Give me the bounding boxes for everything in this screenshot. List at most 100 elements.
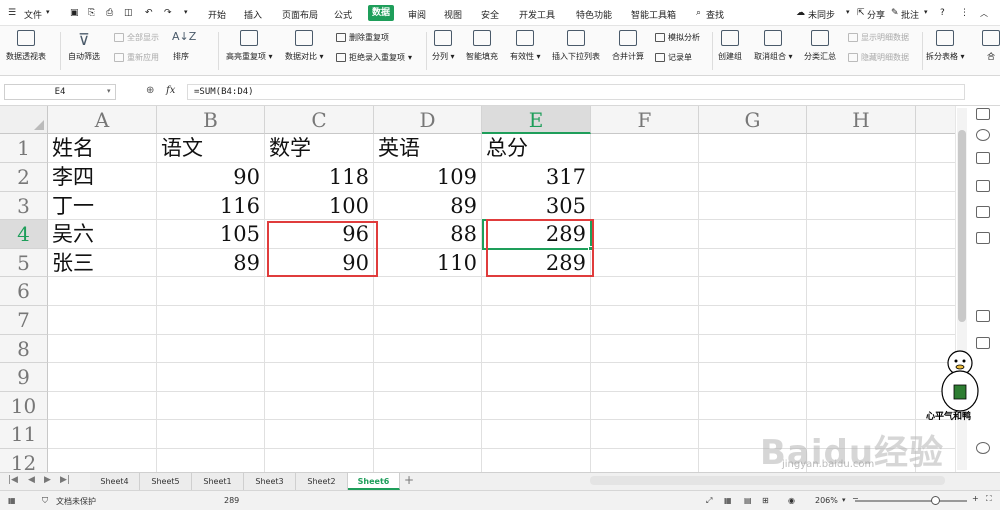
select-all-corner[interactable] <box>0 106 48 134</box>
menu-file[interactable]: 文件 <box>24 8 42 21</box>
last-sheet-icon[interactable]: ▶| <box>60 475 70 485</box>
column-header-c[interactable]: C <box>265 106 374 134</box>
empty-cell[interactable] <box>807 335 916 363</box>
annotate-icon[interactable]: ✎ <box>891 8 899 18</box>
chevron-down-icon[interactable]: ▾ <box>924 8 928 16</box>
reapply-button[interactable]: 重新应用 <box>114 52 159 63</box>
record-form-button[interactable]: 记录单 <box>655 52 692 63</box>
style-icon[interactable] <box>976 152 990 164</box>
empty-cell[interactable] <box>591 277 699 306</box>
horizontal-scrollbar[interactable] <box>590 476 945 485</box>
empty-cell[interactable] <box>807 220 916 249</box>
row-header-5[interactable]: 5 <box>0 249 48 277</box>
empty-cell[interactable] <box>48 420 157 449</box>
sheet-tab-sheet6[interactable]: Sheet6 <box>348 473 400 490</box>
subtotal-button[interactable]: 分类汇总 <box>804 30 836 62</box>
chevron-up-icon[interactable]: ︿ <box>980 8 988 19</box>
column-header-d[interactable]: D <box>374 106 482 134</box>
empty-cell[interactable] <box>807 163 916 192</box>
split-columns-button[interactable]: 分列 ▾ <box>432 30 455 62</box>
history-icon[interactable] <box>976 442 990 454</box>
empty-cell[interactable] <box>591 392 699 420</box>
empty-cell[interactable] <box>916 134 955 163</box>
empty-cell[interactable] <box>157 306 265 335</box>
cell-d1[interactable]: 英语 <box>374 134 482 163</box>
empty-cell[interactable] <box>807 134 916 163</box>
zoom-slider-handle[interactable] <box>931 496 940 505</box>
empty-cell[interactable] <box>374 277 482 306</box>
normal-view-icon[interactable]: ▦ <box>724 496 732 505</box>
shape-icon[interactable] <box>976 129 990 141</box>
empty-cell[interactable] <box>48 392 157 420</box>
empty-cell[interactable] <box>157 277 265 306</box>
empty-cell[interactable] <box>157 392 265 420</box>
table-icon[interactable] <box>976 180 990 192</box>
data-compare-button[interactable]: 数据对比 ▾ <box>285 30 324 62</box>
row-header-10[interactable]: 10 <box>0 392 48 420</box>
column-header-h[interactable]: H <box>807 106 916 134</box>
column-header-e[interactable]: E <box>482 106 591 134</box>
row-header-2[interactable]: 2 <box>0 163 48 192</box>
empty-cell[interactable] <box>591 363 699 392</box>
empty-cell[interactable] <box>157 363 265 392</box>
zoom-search-icon[interactable]: ⊕ <box>146 85 154 96</box>
row-header-7[interactable]: 7 <box>0 306 48 335</box>
empty-cell[interactable] <box>916 163 955 192</box>
empty-cell[interactable] <box>374 363 482 392</box>
empty-cell[interactable] <box>48 449 157 472</box>
cell-a1[interactable]: 姓名 <box>48 134 157 163</box>
cell-c1[interactable]: 数学 <box>265 134 374 163</box>
empty-cell[interactable] <box>807 192 916 220</box>
eye-protect-icon[interactable]: ◉ <box>788 496 795 505</box>
help-icon[interactable]: ? <box>940 8 945 18</box>
highlight-duplicates-button[interactable]: 高亮重复项 ▾ <box>226 30 273 62</box>
tab-data[interactable]: 数据 <box>368 5 394 21</box>
function-icon[interactable]: fx <box>166 85 175 96</box>
empty-cell[interactable] <box>699 306 807 335</box>
chevron-down-icon[interactable]: ▾ <box>842 496 846 504</box>
hamburger-icon[interactable]: ☰ <box>8 8 16 18</box>
cell-e1[interactable]: 总分 <box>482 134 591 163</box>
empty-cell[interactable] <box>699 134 807 163</box>
fullscreen-icon[interactable]: ⛶ <box>986 494 992 504</box>
empty-cell[interactable] <box>48 306 157 335</box>
split-table-button[interactable]: 拆分表格 ▾ <box>926 30 965 62</box>
sheet-tab-sheet4[interactable]: Sheet4 <box>90 473 140 490</box>
autofilter-button[interactable]: ⊽ 自动筛选 <box>68 30 100 62</box>
empty-cell[interactable] <box>591 220 699 249</box>
empty-cell[interactable] <box>265 277 374 306</box>
tab-formulas[interactable]: 公式 <box>334 8 352 21</box>
empty-cell[interactable] <box>807 249 916 277</box>
empty-cell[interactable] <box>157 449 265 472</box>
empty-cell[interactable] <box>699 249 807 277</box>
prev-sheet-icon[interactable]: ◀ <box>28 475 35 485</box>
empty-cell[interactable] <box>48 363 157 392</box>
sheet-tab-sheet3[interactable]: Sheet3 <box>244 473 296 490</box>
row-header-6[interactable]: 6 <box>0 277 48 306</box>
empty-cell[interactable] <box>591 192 699 220</box>
ungroup-button[interactable]: 取消组合 ▾ <box>754 30 793 62</box>
empty-cell[interactable] <box>591 163 699 192</box>
settings-icon[interactable] <box>976 310 990 322</box>
empty-cell[interactable] <box>374 392 482 420</box>
empty-cell[interactable] <box>916 220 955 249</box>
what-if-analysis-button[interactable]: 模拟分析 <box>655 32 700 43</box>
row-header-8[interactable]: 8 <box>0 335 48 363</box>
row-header-9[interactable]: 9 <box>0 363 48 392</box>
empty-cell[interactable] <box>265 420 374 449</box>
cell-c4[interactable]: 96 <box>265 220 374 249</box>
cell-e4[interactable]: 289 <box>482 220 591 249</box>
consolidate-button[interactable]: 合并计算 <box>612 30 644 62</box>
column-header-b[interactable]: B <box>157 106 265 134</box>
remove-duplicates-button[interactable]: 删除重复项 <box>336 32 389 43</box>
row-header-3[interactable]: 3 <box>0 192 48 220</box>
cell-c2[interactable]: 118 <box>265 163 374 192</box>
add-sheet-button[interactable]: + <box>404 473 414 487</box>
empty-cell[interactable] <box>482 449 591 472</box>
share-button[interactable]: 分享 <box>867 8 885 21</box>
tab-page-layout[interactable]: 页面布局 <box>282 8 318 21</box>
cell-b3[interactable]: 116 <box>157 192 265 220</box>
empty-cell[interactable] <box>699 363 807 392</box>
empty-cell[interactable] <box>374 306 482 335</box>
empty-cell[interactable] <box>482 277 591 306</box>
